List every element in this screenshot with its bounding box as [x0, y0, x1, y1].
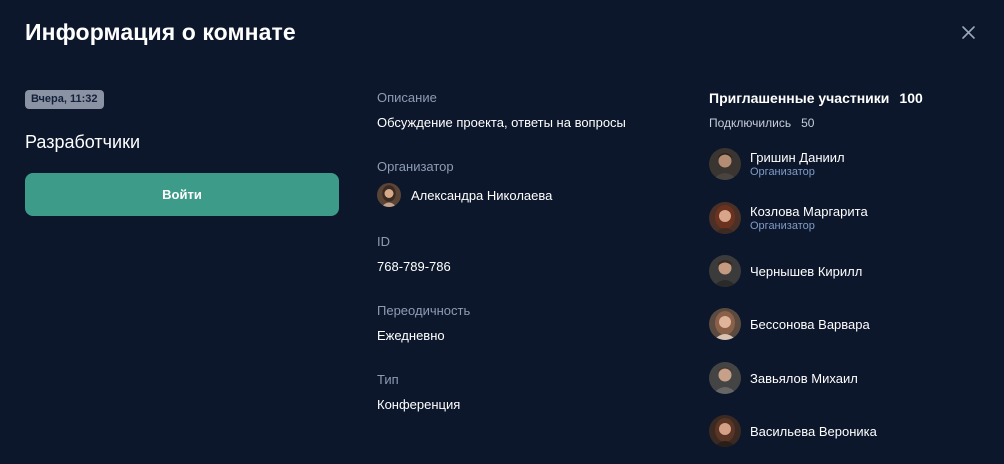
organizer-label: Организатор: [377, 159, 454, 174]
periodicity-value: Ежедневно: [377, 328, 445, 343]
participant-text: Бессонова Варвара: [750, 316, 870, 333]
participant-role: Организатор: [750, 166, 815, 178]
type-value: Конференция: [377, 397, 461, 412]
participant-text: Васильева Вероника: [750, 423, 877, 440]
connected-row: Подключились 50: [709, 116, 814, 130]
id-value: 768-789-786: [377, 259, 451, 274]
avatar: [709, 308, 741, 340]
type-label: Тип: [377, 372, 399, 387]
participant-name: Завьялов Михаил: [750, 370, 858, 386]
avatar: [709, 148, 741, 180]
participant-name: Васильева Вероника: [750, 423, 877, 439]
participant-item[interactable]: Завьялов Михаил: [709, 362, 858, 394]
avatar: [709, 415, 741, 447]
close-icon[interactable]: [960, 24, 977, 41]
participants-title-label: Приглашенные участники: [709, 90, 890, 106]
avatar: [709, 362, 741, 394]
organizer-name: Александра Николаева: [411, 187, 553, 203]
avatar: [709, 202, 741, 234]
periodicity-label: Переодичность: [377, 303, 471, 318]
enter-button[interactable]: Войти: [25, 173, 339, 216]
page-title: Информация о комнате: [25, 19, 296, 45]
participants-count: 100: [899, 90, 923, 106]
id-label: ID: [377, 234, 390, 249]
participant-name: Бессонова Варвара: [750, 316, 870, 332]
avatar: [377, 183, 401, 207]
connected-label: Подключились: [709, 116, 792, 130]
participant-text: Козлова Маргарита Организатор: [750, 203, 868, 233]
participant-text: Гришин Даниил Организатор: [750, 149, 845, 179]
participant-name: Гришин Даниил: [750, 150, 845, 165]
organizer: Александра Николаева: [377, 182, 552, 208]
participant-name: Козлова Маргарита: [750, 204, 868, 219]
participant-text: Завьялов Михаил: [750, 370, 858, 387]
participant-item[interactable]: Бессонова Варвара: [709, 308, 870, 340]
connected-count: 50: [801, 116, 815, 130]
description-value: Обсуждение проекта, ответы на вопросы: [377, 115, 626, 130]
participant-item[interactable]: Васильева Вероника: [709, 415, 877, 447]
participants-title: Приглашенные участники 100: [709, 90, 923, 106]
timestamp-badge: Вчера, 11:32: [25, 90, 104, 109]
description-label: Описание: [377, 90, 437, 105]
participant-item[interactable]: Гришин Даниил Организатор: [709, 148, 845, 180]
participant-item[interactable]: Козлова Маргарита Организатор: [709, 202, 868, 234]
participant-role: Организатор: [750, 220, 815, 232]
room-name: Разработчики: [25, 132, 141, 152]
participant-name: Чернышев Кирилл: [750, 263, 863, 279]
participant-text: Чернышев Кирилл: [750, 263, 862, 280]
participant-item[interactable]: Чернышев Кирилл: [709, 255, 862, 287]
avatar: [709, 255, 741, 287]
